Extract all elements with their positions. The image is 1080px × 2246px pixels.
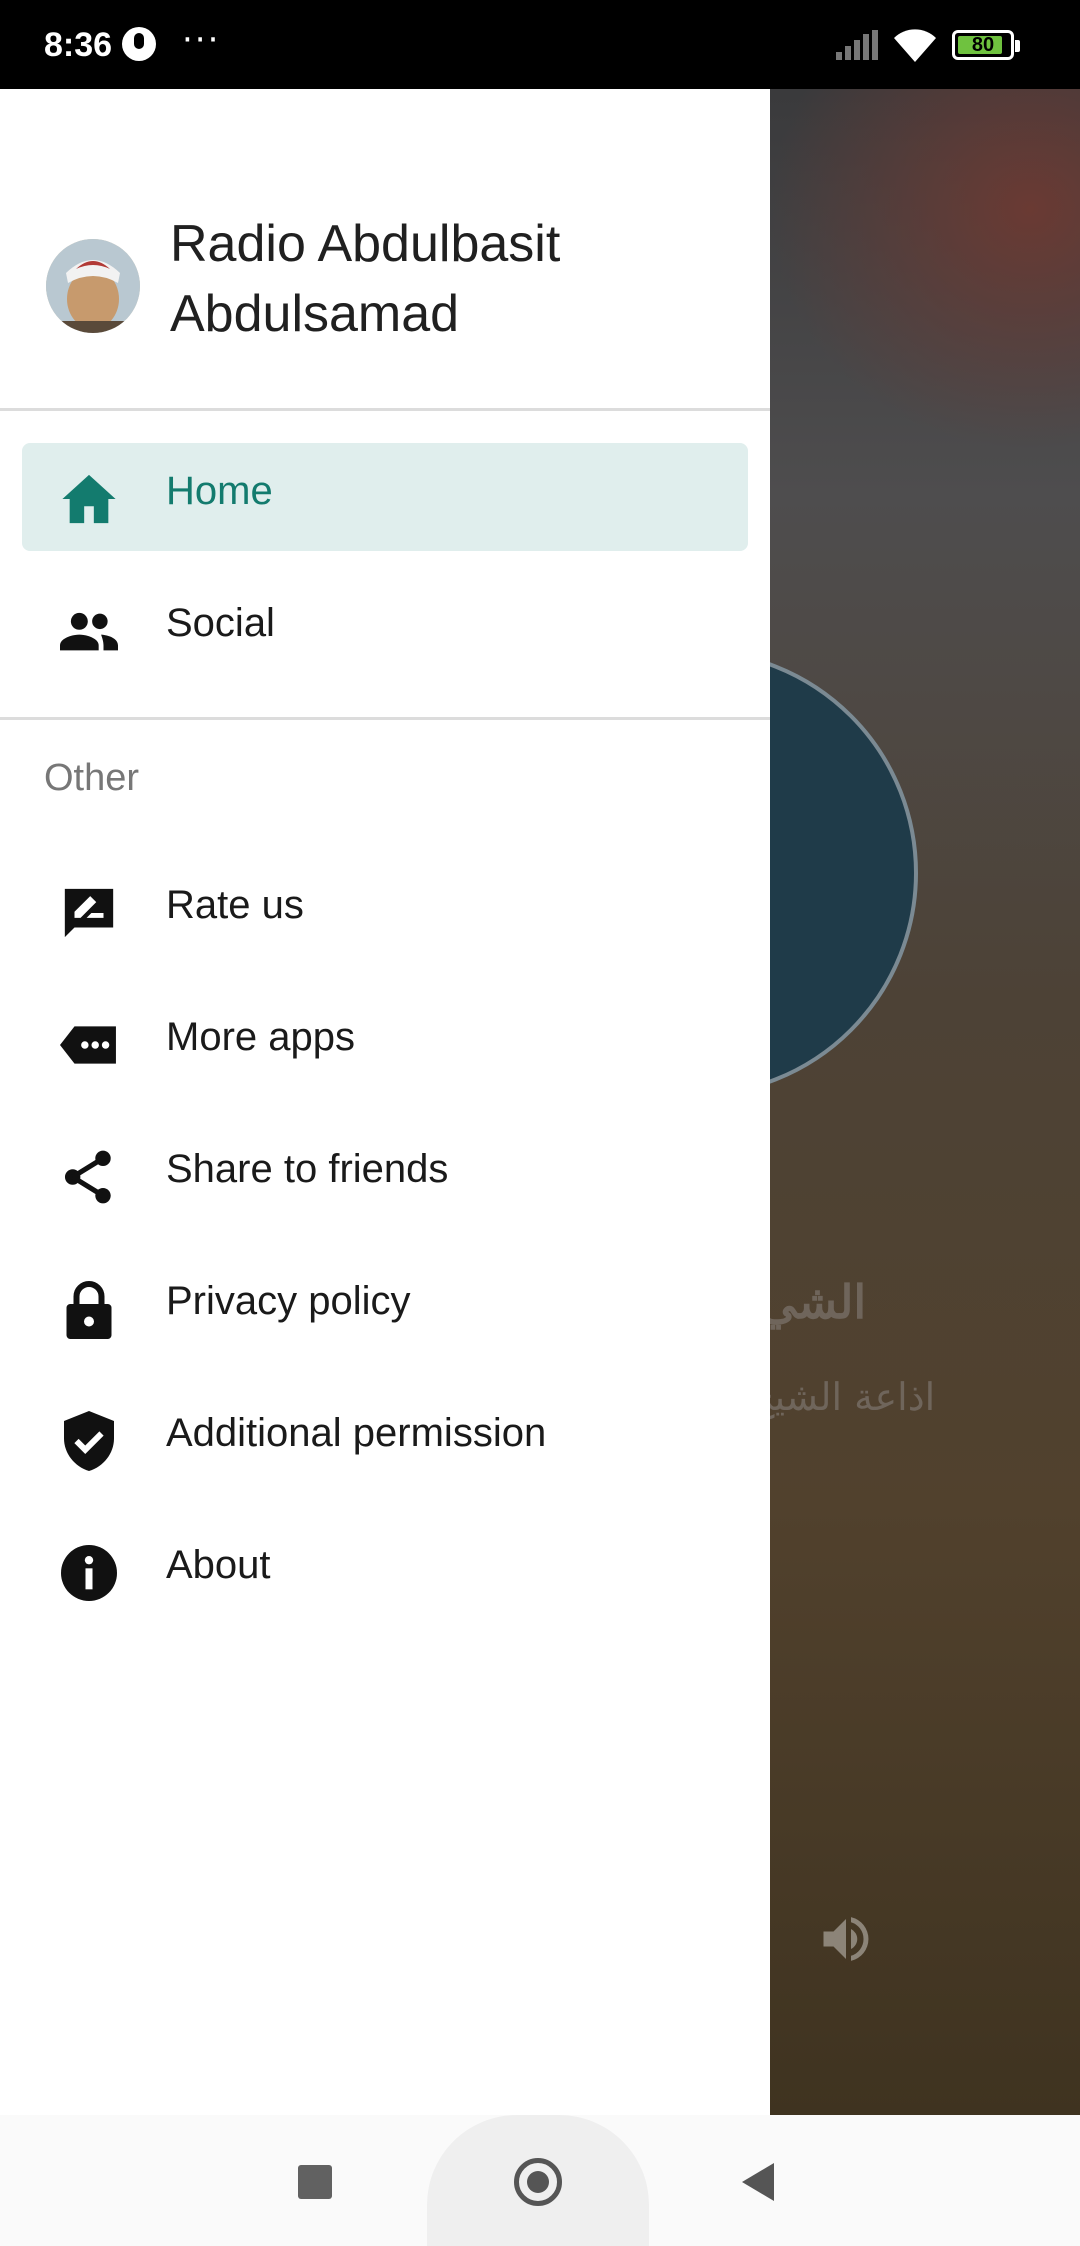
navigation-drawer: Radio Abdulbasit Abdulsamad Home Social … <box>0 89 770 2115</box>
background-arabic-title: الشي <box>760 1275 867 1329</box>
more-apps-icon <box>60 1016 118 1074</box>
background-arabic-subtitle: اذاعة الشيخ <box>750 1375 936 1419</box>
drawer-item-social[interactable]: Social <box>22 575 748 683</box>
mic-icon <box>122 27 156 61</box>
section-label-other: Other <box>44 757 140 799</box>
recents-button[interactable] <box>298 2165 332 2199</box>
battery-level: 80 <box>971 34 995 56</box>
drawer-item-about[interactable]: About <box>22 1517 748 1625</box>
back-button[interactable] <box>742 2163 774 2201</box>
drawer-item-label: Privacy policy <box>166 1279 411 1323</box>
header-divider <box>0 408 770 411</box>
drawer-item-label: Social <box>166 601 275 645</box>
drawer-item-more-apps[interactable]: More apps <box>22 989 748 1097</box>
drawer-item-label: Share to friends <box>166 1147 449 1191</box>
app-avatar <box>46 239 140 333</box>
drawer-item-home[interactable]: Home <box>22 443 748 551</box>
status-time: 8:36 <box>44 26 113 64</box>
people-icon <box>60 602 118 660</box>
system-navigation-bar <box>0 2115 1080 2246</box>
signal-icon <box>836 30 878 60</box>
drawer-item-label: Additional permission <box>166 1411 547 1455</box>
share-icon <box>60 1148 118 1206</box>
background-player-screen[interactable]: الشي اذاعة الشيخ <box>470 89 1080 2115</box>
info-icon <box>60 1544 118 1602</box>
drawer-item-privacy[interactable]: Privacy policy <box>22 1253 748 1361</box>
section-divider <box>0 717 770 720</box>
drawer-item-share[interactable]: Share to friends <box>22 1121 748 1229</box>
app-title: Radio Abdulbasit Abdulsamad <box>170 215 561 343</box>
home-button[interactable] <box>514 2158 562 2206</box>
drawer-item-rate-us[interactable]: Rate us <box>22 857 748 965</box>
drawer-item-label: About <box>166 1543 271 1587</box>
lock-icon <box>60 1280 118 1339</box>
home-icon <box>60 470 118 528</box>
status-bar: 8:36 ··· 80 <box>0 0 1080 89</box>
drawer-item-additional-permission[interactable]: Additional permission <box>22 1385 748 1493</box>
notification-dots: ··· <box>182 20 221 60</box>
volume-icon <box>823 1917 869 1961</box>
shield-check-icon <box>60 1411 118 1471</box>
wifi-icon <box>894 29 936 62</box>
rate-icon <box>60 884 118 942</box>
drawer-item-label: More apps <box>166 1015 355 1059</box>
battery-icon: 80 <box>952 30 1020 60</box>
drawer-item-label: Home <box>166 469 273 513</box>
drawer-item-label: Rate us <box>166 883 304 927</box>
